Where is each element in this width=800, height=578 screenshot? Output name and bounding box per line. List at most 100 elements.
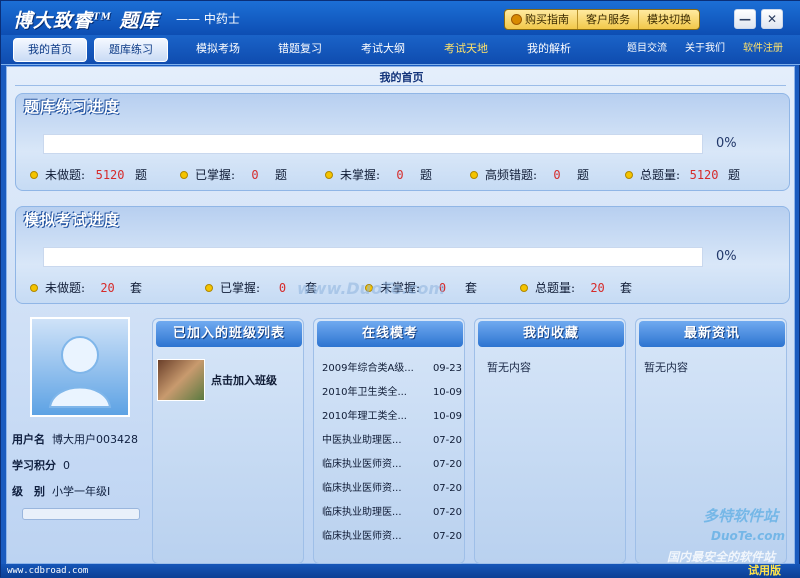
online-exam-panel: 在线模考 2009年综合类A级... 09-23 2010年卫生类全... 10-09… (313, 318, 465, 564)
online-exam-date: 09-23 (432, 363, 462, 374)
online-exam-name: 中医执业助理医... (322, 435, 402, 446)
minimize-button[interactable]: — (734, 9, 756, 29)
user-points-row: 学习积分 0 (12, 459, 70, 472)
online-exam-name: 2010年卫生类全... (322, 387, 407, 398)
status-bar: www.cdbroad.com 试用版 (1, 564, 800, 578)
news-title: 最新资讯 (639, 321, 785, 347)
watermark-text: 多特软件站 (703, 507, 779, 525)
title-button-group: 购买指南 客户服务 模块切换 (504, 9, 700, 30)
online-exam-date: 07-20 (432, 459, 462, 470)
purchase-guide-button[interactable]: 购买指南 (505, 10, 577, 29)
trial-badge: 试用版 (748, 564, 781, 577)
online-exam-name: 2010年理工类全... (322, 411, 407, 422)
online-exam-item[interactable]: 临床执业医师资... 07-20 (322, 453, 462, 477)
practice-progress-title: 题库练习进度 (24, 98, 121, 116)
tab-error-review[interactable]: 错题复习 (263, 38, 337, 62)
class-list-title: 已加入的班级列表 (156, 321, 302, 347)
news-empty: 暂无内容 (644, 361, 688, 374)
practice-stats: 未做题: 5120 题 已掌握: 0 题 未掌握: 0 题 高频错题: 0 题 总题量: 5120… (30, 166, 775, 183)
user-level: 小学一年级Ⅰ (52, 485, 111, 498)
watermark-text: 国内最安全的软件站 (667, 550, 776, 564)
bullet-icon (325, 170, 333, 179)
stat-not-mastered: 未掌握: 0 题 (325, 166, 470, 183)
tab-exam-world[interactable]: 考试天地 (429, 38, 503, 62)
user-name-row: 用户名 博大用户003428 (12, 433, 138, 446)
link-register[interactable]: 软件注册 (735, 38, 791, 62)
online-exam-date: 07-20 (432, 435, 462, 446)
stat-mastered: 已掌握: 0 题 (180, 166, 325, 183)
app-logo: 博大致睿TM 题库 (13, 10, 160, 32)
stat-frequent-errors: 高频错题: 0 题 (470, 166, 625, 183)
watermark-text: DuoTe.com (711, 529, 785, 543)
online-exam-date: 07-20 (432, 483, 462, 494)
user-level-progress (22, 508, 140, 520)
coin-icon (511, 14, 522, 25)
main-content: 我的首页 题库练习进度 0% 未做题: 5120 题 已掌握: 0 题 未掌握: 0 题 高… (6, 66, 795, 564)
stat-total: 总题量: 5120 题 (625, 166, 775, 183)
app-subtitle: —— 中药士 (176, 12, 240, 26)
bullet-icon (180, 170, 188, 179)
exam-progress-percent: 0% (716, 249, 737, 264)
favorites-panel: 我的收藏 暂无内容 (474, 318, 626, 564)
app-window: 博大致睿TM 题库 —— 中药士 购买指南 客户服务 模块切换 — ✕ 我的首页… (0, 0, 800, 578)
practice-progress-bar (43, 134, 703, 154)
class-list-panel: 已加入的班级列表 点击加入班级 (152, 318, 304, 564)
exam-stat-undone: 未做题: 20 套 (30, 279, 205, 296)
news-panel: 最新资讯 暂无内容 (635, 318, 787, 564)
page-title: 我的首页 (379, 71, 424, 84)
online-exam-item[interactable]: 临床执业医师资... 07-20 (322, 477, 462, 501)
customer-service-button[interactable]: 客户服务 (577, 10, 638, 29)
tab-home[interactable]: 我的首页 (13, 38, 87, 62)
online-exam-item[interactable]: 2010年理工类全... 10-09 (322, 405, 462, 429)
tab-my-analysis[interactable]: 我的解析 (512, 38, 586, 62)
link-discussion[interactable]: 题目交流 (619, 38, 675, 62)
bullet-icon (30, 283, 38, 292)
exam-stat-total: 总题量: 20 套 (520, 279, 680, 296)
online-exam-item[interactable]: 临床执业助理医... 07-20 (322, 501, 462, 525)
online-exam-name: 2009年综合类A级... (322, 363, 414, 374)
online-exam-name: 临床执业医师资... (322, 483, 402, 494)
practice-progress-percent: 0% (716, 136, 737, 151)
user-icon (48, 336, 112, 408)
tab-practice[interactable]: 题库练习 (94, 38, 168, 62)
bullet-icon (625, 170, 633, 179)
bullet-icon (520, 283, 528, 292)
tab-syllabus[interactable]: 考试大纲 (346, 38, 420, 62)
user-points: 0 (63, 459, 70, 472)
main-nav: 我的首页 题库练习 模拟考场 错题复习 考试大纲 考试天地 我的解析 题目交流 … (1, 35, 800, 65)
close-button[interactable]: ✕ (761, 9, 783, 29)
online-exam-date: 10-09 (432, 387, 462, 398)
stat-undone: 未做题: 5120 题 (30, 166, 180, 183)
online-exam-name: 临床执业医师资... (322, 531, 402, 542)
join-class-link[interactable]: 点击加入班级 (157, 359, 277, 401)
user-name: 博大用户003428 (52, 433, 138, 446)
bullet-icon (30, 170, 38, 179)
online-exam-list: 2009年综合类A级... 09-23 2010年卫生类全... 10-09 2010年… (322, 357, 462, 549)
bullet-icon (205, 283, 213, 292)
exam-progress-title: 模拟考试进度 (24, 211, 121, 229)
exam-progress-bar (43, 247, 703, 267)
online-exam-date: 10-09 (432, 411, 462, 422)
online-exam-date: 07-20 (432, 531, 462, 542)
favorites-empty: 暂无内容 (487, 361, 531, 374)
user-level-row: 级 别 小学一年级Ⅰ (12, 485, 111, 498)
module-switch-button[interactable]: 模块切换 (638, 10, 699, 29)
website-link[interactable]: www.cdbroad.com (7, 564, 88, 578)
online-exam-name: 临床执业助理医... (322, 507, 402, 518)
online-exam-date: 07-20 (432, 507, 462, 518)
title-bar: 博大致睿TM 题库 —— 中药士 购买指南 客户服务 模块切换 — ✕ (1, 1, 800, 35)
tab-mock-exam[interactable]: 模拟考场 (181, 38, 255, 62)
avatar[interactable] (30, 317, 130, 417)
bullet-icon (470, 170, 478, 179)
practice-progress-panel: 题库练习进度 0% 未做题: 5120 题 已掌握: 0 题 未掌握: 0 题 高频错题: 0… (15, 93, 790, 191)
online-exam-name: 临床执业医师资... (322, 459, 402, 470)
online-exam-title: 在线模考 (317, 321, 463, 347)
online-exam-item[interactable]: 中医执业助理医... 07-20 (322, 429, 462, 453)
class-thumbnail (157, 359, 205, 401)
online-exam-item[interactable]: 临床执业医师资... 07-20 (322, 525, 462, 549)
online-exam-item[interactable]: 2009年综合类A级... 09-23 (322, 357, 462, 381)
online-exam-item[interactable]: 2010年卫生类全... 10-09 (322, 381, 462, 405)
link-about[interactable]: 关于我们 (679, 38, 731, 62)
divider (15, 85, 786, 86)
favorites-title: 我的收藏 (478, 321, 624, 347)
